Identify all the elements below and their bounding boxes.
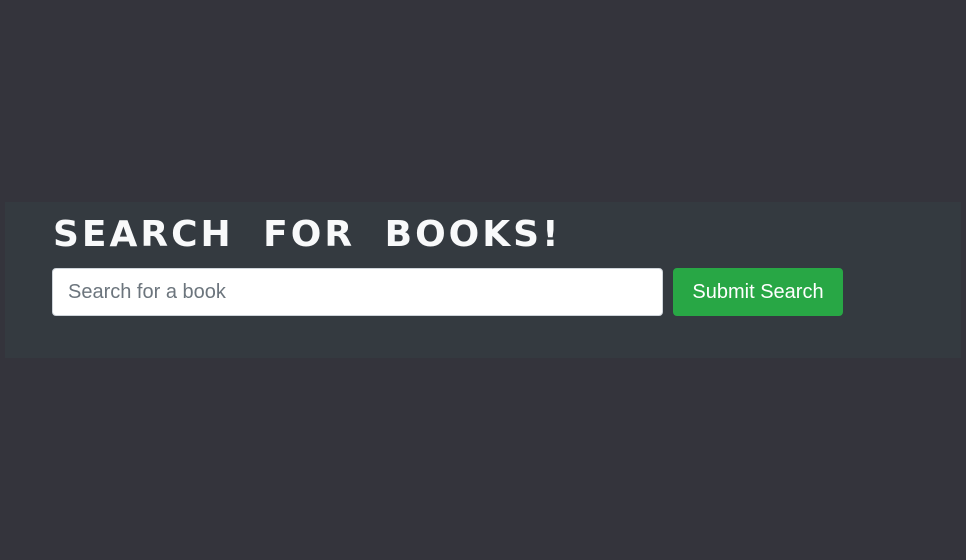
search-form: Submit Search — [52, 268, 952, 316]
search-input[interactable] — [52, 268, 663, 316]
search-jumbotron: SEARCH FOR BOOKS! Submit Search — [5, 202, 961, 358]
page-title: SEARCH FOR BOOKS! — [53, 214, 562, 255]
submit-search-button[interactable]: Submit Search — [673, 268, 843, 316]
